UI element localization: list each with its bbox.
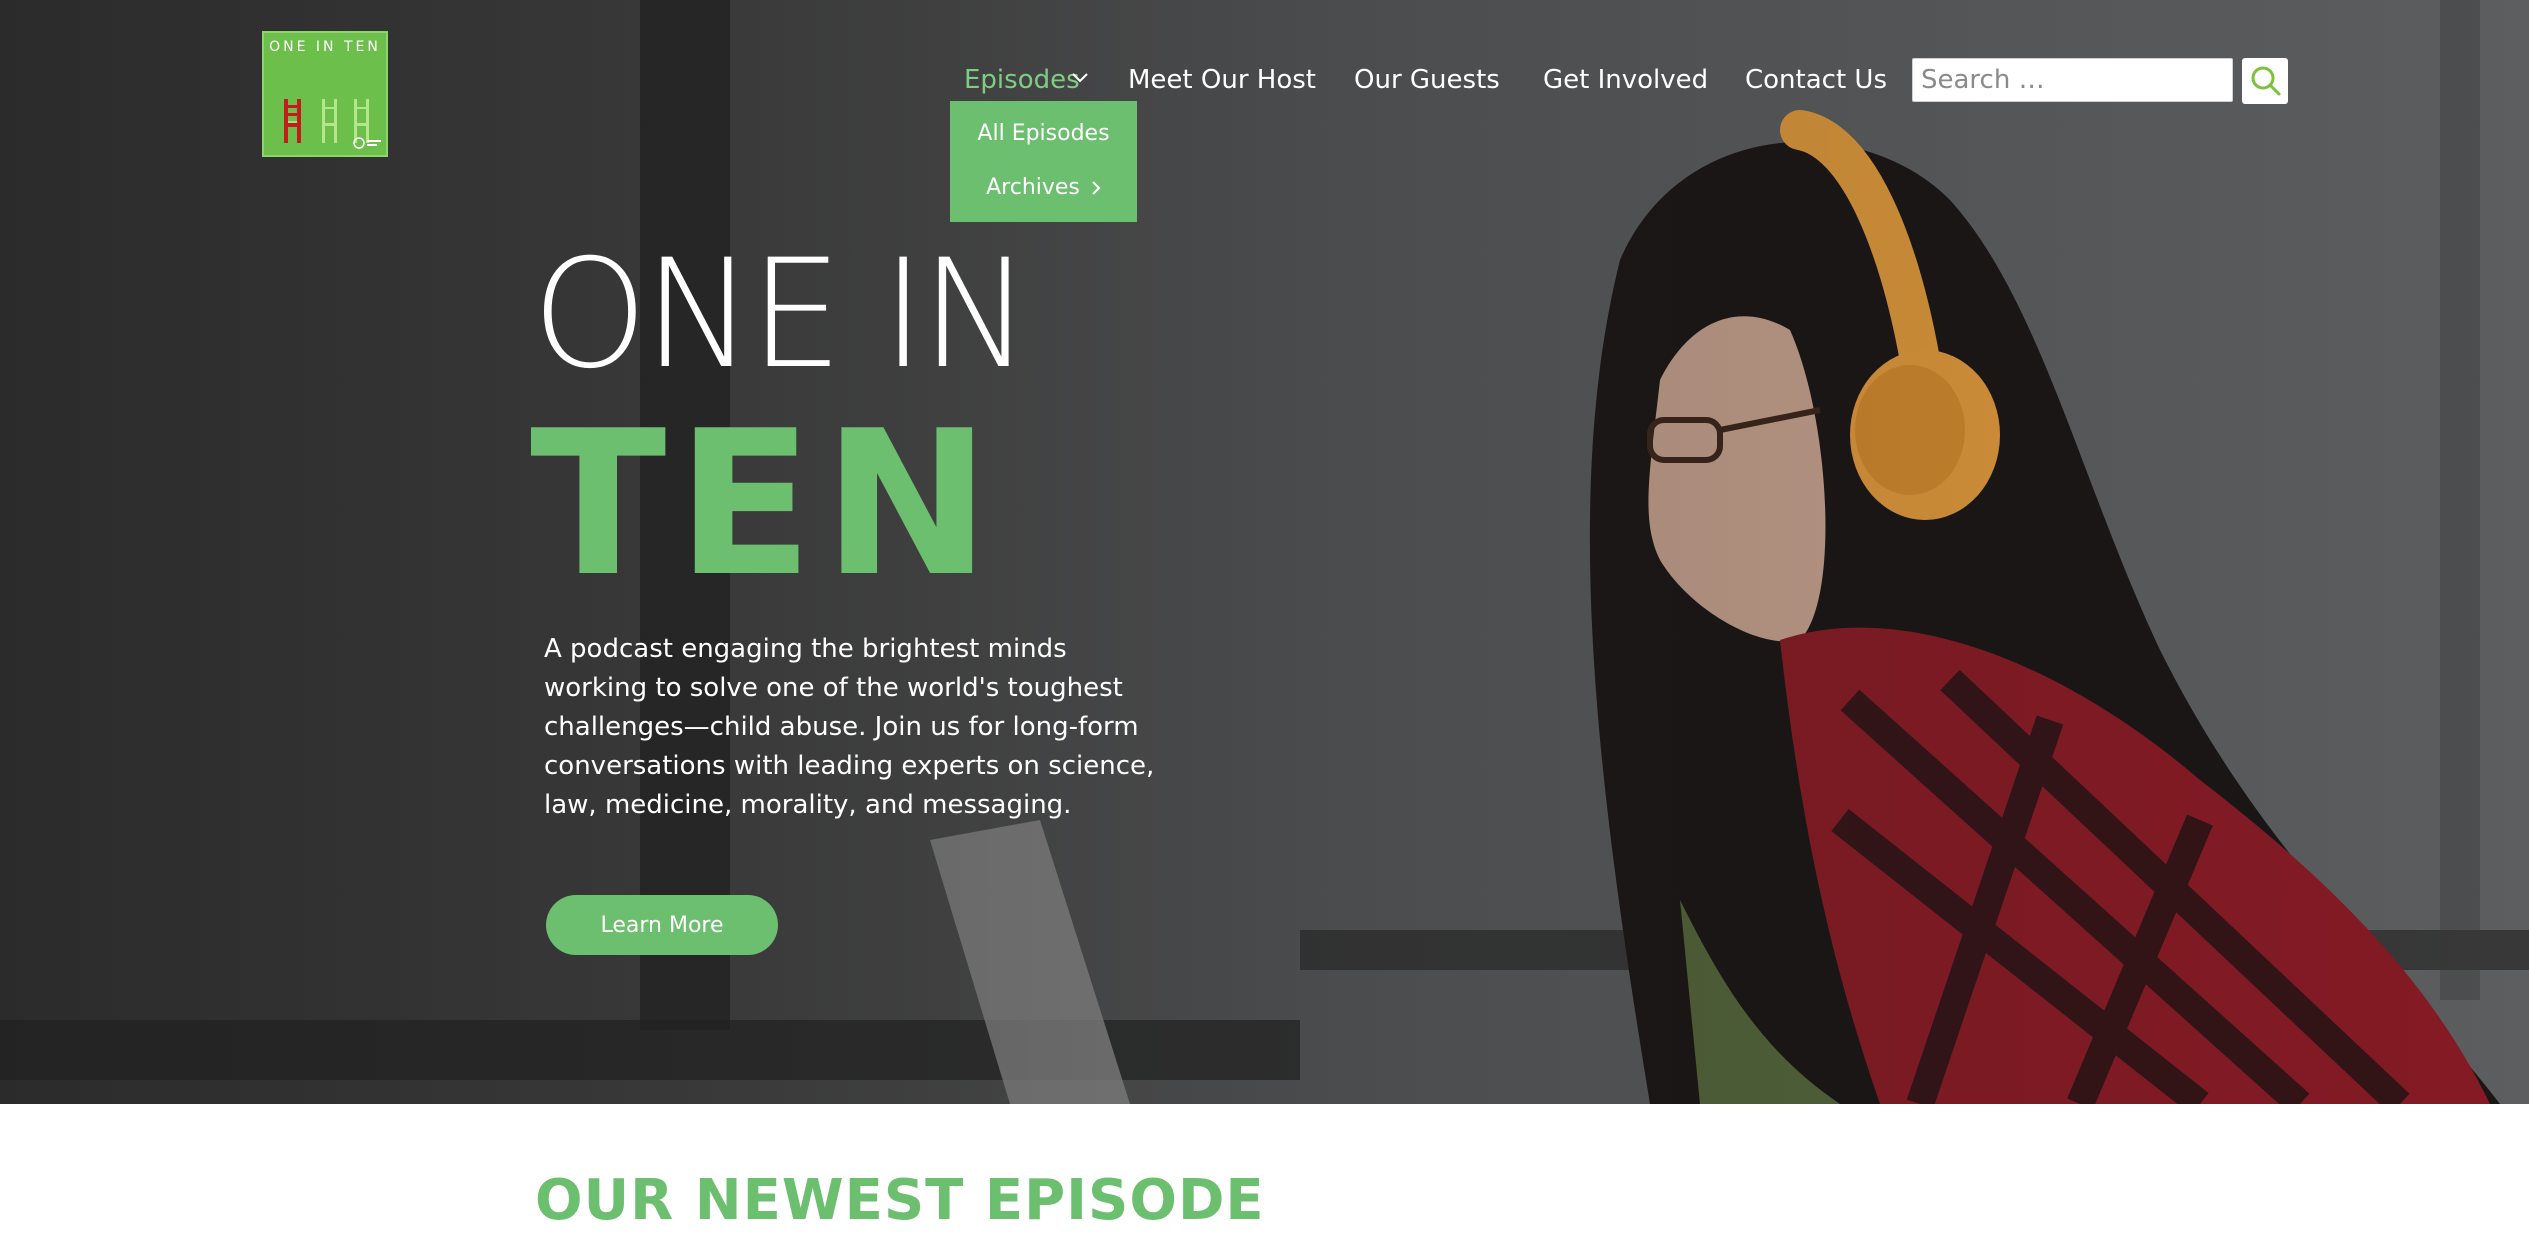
- dropdown-all-episodes[interactable]: All Episodes: [950, 121, 1137, 146]
- nav-get-involved[interactable]: Get Involved: [1543, 62, 1708, 98]
- nav-meet-our-host[interactable]: Meet Our Host: [1128, 62, 1316, 98]
- newest-episode-heading: OUR NEWEST EPISODE: [535, 1168, 1265, 1233]
- hero-title-line1: ONE IN: [532, 228, 1031, 402]
- hero-section: ONE IN TEN Episodes Meet Our Host Our Gu…: [0, 0, 2529, 1104]
- search-input[interactable]: [1912, 58, 2233, 102]
- learn-more-button[interactable]: Learn More: [546, 895, 778, 955]
- dropdown-archives-label: Archives: [986, 175, 1080, 200]
- hero-tagline: A podcast engaging the brightest minds w…: [544, 634, 1155, 820]
- chevron-down-icon: [1072, 73, 1088, 83]
- chairs-logo-icon: [284, 99, 381, 149]
- chevron-right-icon: [1092, 181, 1101, 195]
- nav-episodes[interactable]: Episodes: [964, 62, 1080, 98]
- search-icon: [2251, 66, 2281, 95]
- search-button[interactable]: [2242, 58, 2288, 104]
- episodes-dropdown: All Episodes Archives: [950, 101, 1137, 222]
- nav-our-guests[interactable]: Our Guests: [1354, 62, 1500, 98]
- nav-contact-us[interactable]: Contact Us: [1745, 62, 1887, 98]
- hero-title-line2: TEN: [530, 388, 1001, 621]
- hero-overlay: [0, 0, 2529, 1104]
- dropdown-archives[interactable]: Archives: [950, 175, 1137, 200]
- site-logo[interactable]: ONE IN TEN: [262, 31, 388, 157]
